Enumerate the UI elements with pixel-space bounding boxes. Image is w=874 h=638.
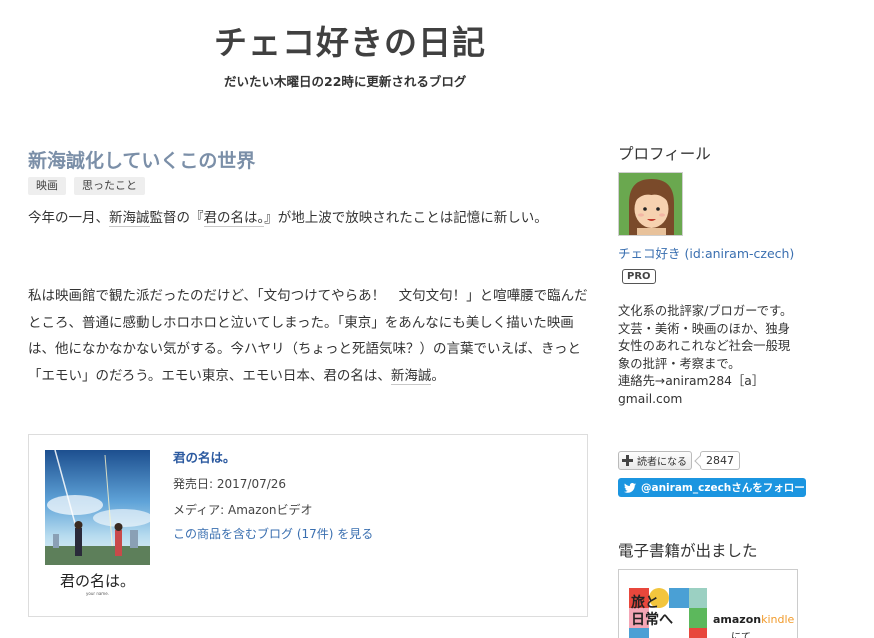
- cover-artwork: 君の名は。 your name.: [45, 450, 150, 600]
- product-media: メディア: Amazonビデオ: [173, 503, 313, 517]
- cover-title-text: 君の名は。: [60, 572, 135, 590]
- cover-subtitle-text: your name.: [86, 591, 109, 596]
- product-cover-image[interactable]: 君の名は。 your name.: [45, 450, 150, 600]
- entry-paragraph-2: 私は映画館で観た派だったのだけど、「文句つけてやらあ！ 文句文句！」と喧嘩腰で臨…: [28, 283, 590, 389]
- blog-title[interactable]: チェコ好きの日記: [214, 16, 486, 64]
- keyword-link-shinkai[interactable]: 新海誠: [109, 210, 150, 227]
- pro-badge[interactable]: PRO: [622, 269, 656, 284]
- subscribe-button-label: 読者になる: [637, 457, 687, 468]
- text-segment: 監督の『: [149, 210, 204, 226]
- text-segment: 』が地上波で放映されたことは記憶に新しい。: [264, 210, 548, 226]
- product-box: 君の名は。 your name. 君の名は。 発売日: 2017/07/26 メ…: [28, 434, 588, 617]
- avatar-icon: [619, 173, 682, 235]
- kindle-label: kindle: [761, 613, 795, 626]
- keyword-link-kiminonawa[interactable]: 君の名は。: [203, 210, 265, 227]
- text-segment: 今年の一月、: [28, 210, 109, 226]
- category-movie[interactable]: 映画: [28, 177, 66, 195]
- twitter-follow-label: @aniram_czechさんをフォロー: [641, 482, 805, 494]
- blog-description: だいたい木曜日の22時に更新されるブログ: [224, 74, 467, 89]
- ebook-banner[interactable]: 旅と 日常へ amazonkindle にて: [618, 569, 798, 638]
- profile-name-link[interactable]: チェコ好き (id:aniram-czech): [618, 243, 794, 262]
- entry-title[interactable]: 新海誠化していくこの世界: [28, 146, 255, 173]
- product-release-date: 発売日: 2017/07/26: [173, 477, 287, 491]
- avatar[interactable]: [618, 172, 683, 236]
- twitter-bird-icon: [624, 482, 636, 493]
- amazon-label: amazon: [713, 613, 762, 626]
- product-name-link[interactable]: 君の名は。: [173, 447, 373, 466]
- category-thoughts[interactable]: 思ったこと: [74, 177, 145, 195]
- twitter-follow-button[interactable]: @aniram_czechさんをフォロー: [618, 478, 806, 497]
- subscribe-button[interactable]: 読者になる: [618, 451, 692, 470]
- amazon-sub-label: にて: [731, 632, 751, 638]
- entry-paragraph-1: 今年の一月、新海誠監督の『君の名は。』が地上波で放映されたことは記憶に新しい。: [28, 205, 590, 232]
- profile-description: 文化系の批評家/ブロガーです。文芸・美術・映画のほか、独身女性のあれこれなど社会…: [618, 303, 798, 409]
- reader-count: 2847: [700, 451, 740, 470]
- text-segment: 私は映画館で観た派だったのだけど、「文句つけてやらあ！ 文句文句！」と喧嘩腰で臨…: [28, 288, 588, 384]
- profile-description-text: 文化系の批評家/ブロガーです。文芸・美術・映画のほか、独身女性のあれこれなど社会…: [618, 304, 793, 406]
- product-blogs-link[interactable]: この商品を含むブログ (17件) を見る: [173, 525, 373, 542]
- keyword-link-shinkai[interactable]: 新海誠: [390, 367, 432, 385]
- plus-icon: [622, 455, 633, 466]
- text-segment: 。: [431, 367, 445, 384]
- product-info: 君の名は。 発売日: 2017/07/26 メディア: Amazonビデオ この…: [173, 447, 373, 542]
- book-cover-text: 旅と 日常へ: [631, 595, 673, 628]
- ebook-module-title: 電子書籍が出ました: [618, 542, 758, 560]
- entry-categories: 映画 思ったこと: [28, 177, 145, 195]
- amazon-kindle-logo: amazonkindle: [713, 613, 794, 626]
- profile-module-title: プロフィール: [618, 145, 711, 163]
